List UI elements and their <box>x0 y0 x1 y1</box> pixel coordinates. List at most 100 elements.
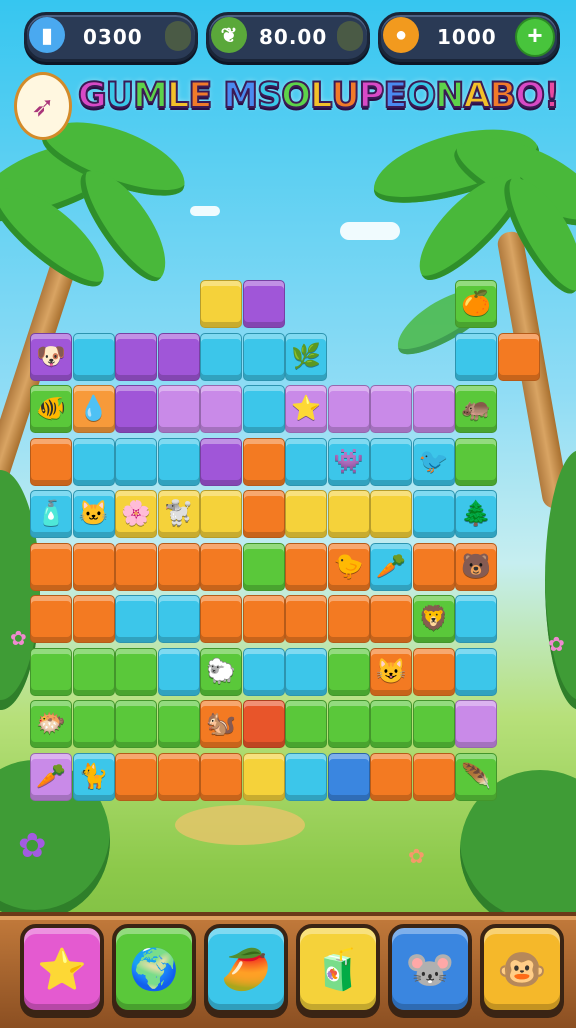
board-tile[interactable] <box>412 647 455 696</box>
board-tile[interactable] <box>242 595 285 643</box>
board-tile[interactable] <box>242 752 285 801</box>
board-tile[interactable] <box>327 752 370 801</box>
board-tile[interactable] <box>157 385 200 433</box>
board-tile[interactable]: 🐦 <box>412 437 455 486</box>
coins-counter[interactable]: ● 1000 + <box>378 12 560 62</box>
board-tile[interactable] <box>30 595 72 643</box>
board-tile[interactable]: 🐤 <box>327 542 370 591</box>
board-tile[interactable] <box>72 647 115 696</box>
board-tile[interactable]: 🦛 <box>455 385 497 433</box>
leaves-counter[interactable]: ❦ 80.00 <box>206 12 370 62</box>
board-tile[interactable] <box>370 490 412 538</box>
board-tile[interactable] <box>285 490 327 538</box>
add-coins-button[interactable]: + <box>515 17 555 57</box>
board-tile[interactable] <box>200 332 242 381</box>
board-tile[interactable]: 🌿 <box>285 332 327 381</box>
board-tile[interactable] <box>327 700 370 748</box>
board-tile[interactable] <box>285 752 327 801</box>
board-tile[interactable] <box>412 542 455 591</box>
board-tile[interactable] <box>157 700 200 748</box>
board-tile[interactable] <box>115 647 157 696</box>
board-tile[interactable] <box>242 280 285 328</box>
board-tile[interactable]: 🐿️ <box>200 700 242 748</box>
board-tile[interactable] <box>157 437 200 486</box>
board-tile[interactable] <box>200 595 242 643</box>
board-tile[interactable]: 🐱 <box>72 490 115 538</box>
board-tile[interactable]: 🐶 <box>30 332 72 381</box>
board-tile[interactable] <box>30 437 72 486</box>
board-tile[interactable] <box>327 595 370 643</box>
board-tile[interactable] <box>455 332 497 381</box>
board-tile[interactable]: 🥕 <box>30 752 72 801</box>
board-tile[interactable] <box>242 700 285 748</box>
board-tile[interactable] <box>157 332 200 381</box>
board-tile[interactable] <box>327 385 370 433</box>
board-tile[interactable]: 🌲 <box>455 490 497 538</box>
board-tile[interactable] <box>115 700 157 748</box>
board-tile[interactable] <box>455 437 497 486</box>
board-tile[interactable] <box>72 332 115 381</box>
globe-booster-button[interactable]: 🌍 <box>112 924 196 1014</box>
board-tile[interactable] <box>285 542 327 591</box>
board-tile[interactable] <box>285 437 327 486</box>
board-tile[interactable]: 🧴 <box>30 490 72 538</box>
board-tile[interactable]: 🥕 <box>370 542 412 591</box>
board-tile[interactable]: 🦁 <box>412 595 455 643</box>
board-tile[interactable] <box>455 595 497 643</box>
board-tile[interactable] <box>412 700 455 748</box>
board-tile[interactable]: 🍊 <box>455 280 497 328</box>
board-tile[interactable] <box>72 595 115 643</box>
board-tile[interactable] <box>455 647 497 696</box>
star-booster-button[interactable]: ⭐ <box>20 924 104 1014</box>
cards-counter[interactable]: ▮ 0300 <box>24 12 198 62</box>
board-tile[interactable] <box>242 385 285 433</box>
board-tile[interactable] <box>200 437 242 486</box>
board-tile[interactable] <box>115 437 157 486</box>
board-tile[interactable]: 🐻 <box>455 542 497 591</box>
board-tile[interactable]: 🌸 <box>115 490 157 538</box>
board-tile[interactable] <box>72 437 115 486</box>
board-tile[interactable] <box>285 700 327 748</box>
rocket-badge-icon[interactable]: ➶ <box>14 72 72 140</box>
board-tile[interactable] <box>157 647 200 696</box>
board-tile[interactable] <box>497 332 540 381</box>
board-tile[interactable]: 🪶 <box>455 752 497 801</box>
board-tile[interactable]: 🐠 <box>30 385 72 433</box>
board-tile[interactable] <box>72 542 115 591</box>
board-tile[interactable] <box>242 437 285 486</box>
board-tile[interactable] <box>370 437 412 486</box>
fruit-booster-button[interactable]: 🥭 <box>204 924 288 1014</box>
board-tile[interactable] <box>115 595 157 643</box>
board-tile[interactable]: 🐡 <box>30 700 72 748</box>
board-tile[interactable]: 💧 <box>72 385 115 433</box>
board-tile[interactable] <box>72 700 115 748</box>
board-tile[interactable] <box>30 542 72 591</box>
board-tile[interactable] <box>242 490 285 538</box>
board-tile[interactable] <box>285 595 327 643</box>
box-booster-button[interactable]: 🧃 <box>296 924 380 1014</box>
board-tile[interactable] <box>412 752 455 801</box>
board-tile[interactable] <box>157 752 200 801</box>
board-tile[interactable]: 🐈 <box>72 752 115 801</box>
board-tile[interactable]: 🐑 <box>200 647 242 696</box>
board-tile[interactable] <box>370 385 412 433</box>
board-tile[interactable] <box>200 385 242 433</box>
board-tile[interactable] <box>370 700 412 748</box>
board-tile[interactable] <box>327 490 370 538</box>
board-tile[interactable] <box>30 647 72 696</box>
board-tile[interactable]: ⭐ <box>285 385 327 433</box>
board-tile[interactable] <box>370 595 412 643</box>
board-tile[interactable] <box>370 752 412 801</box>
board-tile[interactable] <box>115 385 157 433</box>
board-tile[interactable] <box>115 752 157 801</box>
board-tile[interactable]: 👾 <box>327 437 370 486</box>
board-tile[interactable] <box>242 332 285 381</box>
board-tile[interactable] <box>412 490 455 538</box>
board-tile[interactable] <box>285 647 327 696</box>
board-tile[interactable] <box>327 647 370 696</box>
board-tile[interactable]: 😺 <box>370 647 412 696</box>
board-tile[interactable] <box>242 542 285 591</box>
board-tile[interactable]: 🐩 <box>157 490 200 538</box>
board-tile[interactable] <box>242 647 285 696</box>
board-tile[interactable] <box>200 542 242 591</box>
